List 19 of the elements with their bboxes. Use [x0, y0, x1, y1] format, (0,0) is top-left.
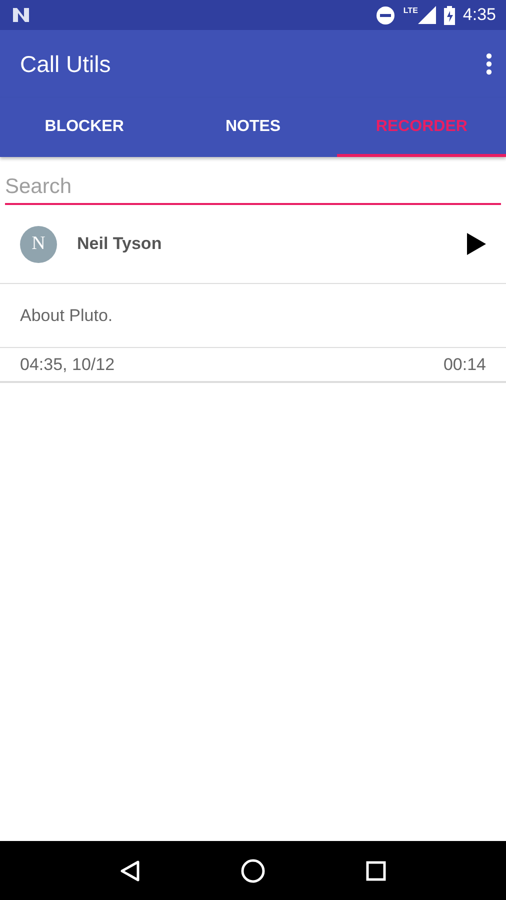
back-button[interactable] [120, 860, 140, 882]
recents-button[interactable] [366, 860, 386, 880]
notification-icon [12, 7, 30, 23]
recording-note: About Pluto. [20, 306, 113, 326]
contact-name: Neil Tyson [77, 234, 163, 254]
more-options-button[interactable] [486, 53, 492, 75]
network-type-label: LTE [403, 6, 418, 15]
status-time: 4:35 [462, 5, 496, 25]
app-title: Call Utils [20, 50, 111, 78]
recording-duration: 00:14 [443, 354, 486, 374]
contact-avatar: N [20, 226, 57, 262]
play-button[interactable] [467, 233, 486, 255]
tab[interactable]: BLOCKER [0, 98, 169, 157]
recording-date: 04:35, 10/12 [20, 354, 115, 374]
battery-icon [444, 6, 455, 24]
do-not-disturb-icon [376, 6, 396, 24]
tab[interactable]: NOTES [168, 98, 338, 157]
home-button[interactable] [240, 858, 265, 882]
signal-icon [418, 6, 436, 24]
